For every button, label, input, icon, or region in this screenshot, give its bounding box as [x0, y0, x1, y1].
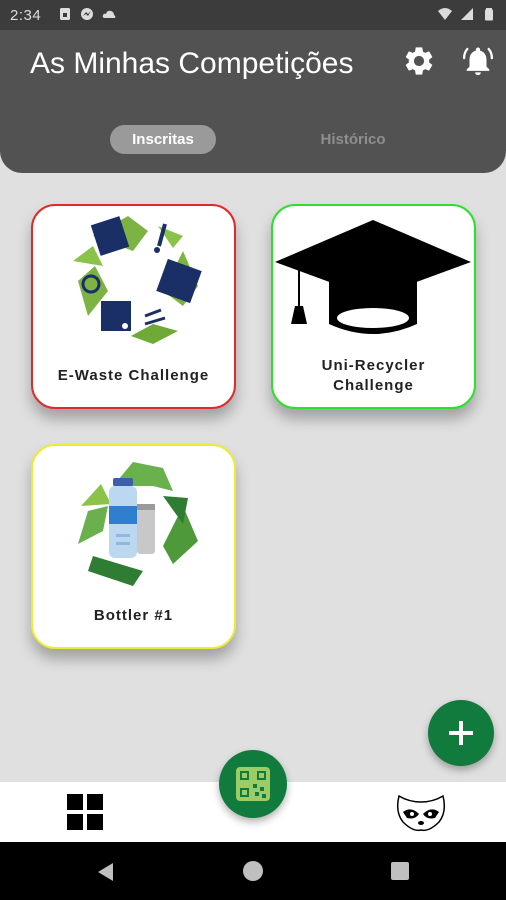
page-title: As Minhas Competições	[30, 47, 354, 80]
competition-card-uni-recycler[interactable]: Uni-Recycler Challenge	[271, 204, 476, 409]
raccoon-icon[interactable]	[393, 792, 449, 832]
recent-apps-icon[interactable]	[391, 862, 409, 880]
back-icon[interactable]	[95, 861, 117, 883]
sim-icon	[60, 8, 70, 20]
wifi-icon	[438, 8, 452, 20]
app-header: As Minhas Competições Inscritas Históric…	[0, 30, 506, 173]
system-nav-bar	[0, 842, 506, 900]
e-waste-recycle-icon	[73, 216, 202, 344]
plus-icon	[449, 721, 473, 745]
home-icon[interactable]	[243, 861, 263, 881]
scan-qr-button[interactable]	[219, 750, 287, 818]
status-time: 2:34	[10, 7, 42, 24]
bell-icon[interactable]	[461, 44, 495, 78]
messenger-icon	[81, 8, 93, 20]
competition-card-bottler[interactable]: Bottler #1	[31, 444, 236, 649]
competition-card-e-waste[interactable]: E-Waste Challenge	[31, 204, 236, 409]
graduation-cap-icon	[275, 220, 471, 334]
dashboard-grid-icon[interactable]	[67, 794, 103, 830]
cloud-icon	[102, 10, 116, 18]
qr-code-icon	[236, 767, 270, 801]
competition-label: E-Waste Challenge	[57, 367, 210, 384]
competition-label: Uni-Recycler Challenge	[321, 357, 426, 394]
competition-label: Bottler #1	[93, 607, 174, 624]
add-competition-button[interactable]	[428, 700, 494, 766]
gear-icon[interactable]	[402, 44, 436, 78]
battery-icon	[485, 8, 493, 21]
tab-inscritas[interactable]: Inscritas	[110, 125, 216, 154]
status-bar: 2:34	[0, 0, 506, 30]
tab-historico[interactable]: Histórico	[300, 125, 406, 154]
signal-icon	[461, 8, 473, 20]
bottle-recycle-icon	[78, 462, 198, 586]
